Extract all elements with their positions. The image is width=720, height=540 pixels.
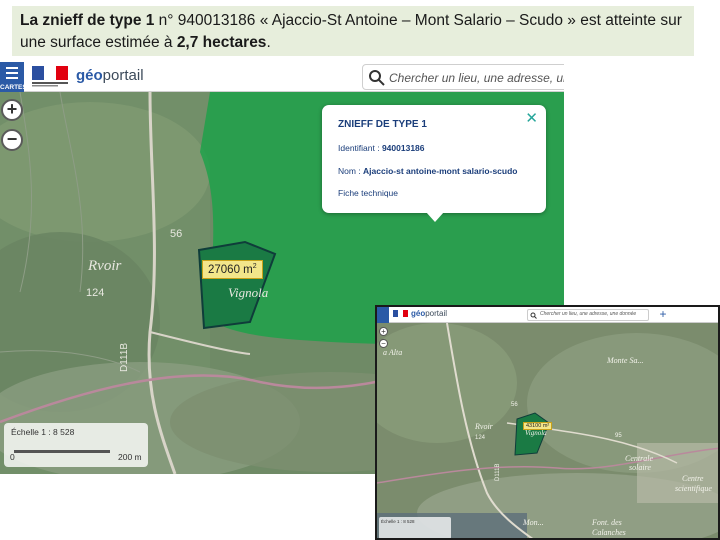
scale-zero: 0: [10, 452, 15, 462]
inset-search-icon: [530, 312, 537, 319]
geoportail-header: CARTES géoportail Chercher un lieu, une …: [0, 62, 564, 92]
marianne-logo: [32, 66, 68, 87]
inset-label-centre: Centre: [682, 474, 704, 483]
search-input[interactable]: Chercher un lieu, une adresse, une d: [362, 64, 564, 90]
inset-label-rvoir: Rvoir: [474, 422, 494, 431]
caption-bold-area: 2,7 hectares: [176, 34, 267, 51]
popup-name: Nom : Ajaccio-st antoine-mont salario-sc…: [338, 166, 518, 176]
fiche-technique-link[interactable]: Fiche technique: [338, 188, 398, 198]
inset-label-monte: Monte Sa...: [606, 356, 643, 365]
inset-label-font: Font. des: [591, 518, 622, 527]
inset-area-measure-label: 43100 m²: [523, 422, 553, 430]
menu-icon: [6, 67, 18, 82]
zoom-in-button[interactable]: +: [1, 99, 23, 121]
cartes-menu-button[interactable]: CARTES: [0, 62, 27, 92]
popup-title: ZNIEFF DE TYPE 1: [338, 119, 427, 130]
scale-widget: Échelle 1 : 8 528 0 200 m: [4, 423, 148, 467]
inset-label-d111b: D111B: [495, 464, 501, 481]
inset-label-scientifique: scientifique: [675, 484, 712, 493]
search-icon: [369, 70, 385, 86]
inset-add-button[interactable]: +: [656, 308, 670, 322]
inset-label-56: 56: [511, 402, 518, 408]
map-label-rvoir: Rvoir: [87, 258, 121, 274]
search-placeholder: Chercher un lieu, une adresse, une d: [389, 71, 564, 85]
caption-end: .: [266, 34, 271, 51]
inset-label-calanches: Calanches: [592, 528, 626, 537]
close-icon[interactable]: ✕: [525, 109, 538, 127]
geoportail-logo[interactable]: géoportail: [76, 67, 144, 84]
map-label-vignola: Vignola: [228, 285, 269, 300]
scale-bar: [14, 450, 110, 453]
inset-zoom-out-button[interactable]: −: [379, 339, 388, 348]
inset-map-view[interactable]: a Alta Monte Sa... Rvoir 124 Vignola 56 …: [377, 322, 718, 538]
inset-label-alta: a Alta: [383, 348, 402, 357]
inset-scale-widget: Échelle 1 : 8 528: [379, 517, 451, 538]
inset-label-vignola: Vignola: [525, 429, 547, 437]
zoom-out-button[interactable]: −: [1, 129, 23, 151]
inset-label-124: 124: [475, 435, 486, 441]
znieff-info-popup: ZNIEFF DE TYPE 1 ✕ Identifiant : 9400131…: [322, 105, 546, 222]
inset-search-input[interactable]: Chercher un lieu, une adresse, une donné…: [527, 309, 649, 321]
inset-geoportail-logo[interactable]: géoportail: [411, 309, 447, 318]
inset-menu-icon[interactable]: [377, 307, 389, 323]
inset-label-solaire: solaire: [629, 463, 651, 472]
slide: La znieff de type 1 n° 940013186 « Ajacc…: [0, 0, 720, 540]
inset-label-mon: Mon...: [522, 518, 544, 527]
popup-identifier: Identifiant : 940013186: [338, 143, 425, 153]
inset-geoportail-window: a Alta Monte Sa... Rvoir 124 Vignola 56 …: [375, 305, 720, 540]
inset-marianne-logo: [393, 310, 408, 317]
scale-title: Échelle 1 : 8 528: [11, 427, 75, 437]
inset-label-95: 95: [615, 433, 622, 439]
scale-distance: 200 m: [118, 452, 142, 462]
caption-box: La znieff de type 1 n° 940013186 « Ajacc…: [12, 6, 694, 56]
inset-zoom-in-button[interactable]: +: [379, 327, 388, 336]
inset-label-centrale: Centrale: [625, 454, 653, 463]
map-label-d111b: D111B: [119, 343, 130, 372]
inset-map-canvas: a Alta Monte Sa... Rvoir 124 Vignola 56 …: [377, 322, 718, 538]
caption-bold-lead: La znieff de type 1: [20, 12, 155, 29]
map-label-124: 124: [86, 287, 104, 299]
map-label-56: 56: [170, 228, 182, 240]
inset-header: géoportail Chercher un lieu, une adresse…: [377, 307, 718, 323]
area-measure-label: 27060 m2: [202, 260, 263, 279]
